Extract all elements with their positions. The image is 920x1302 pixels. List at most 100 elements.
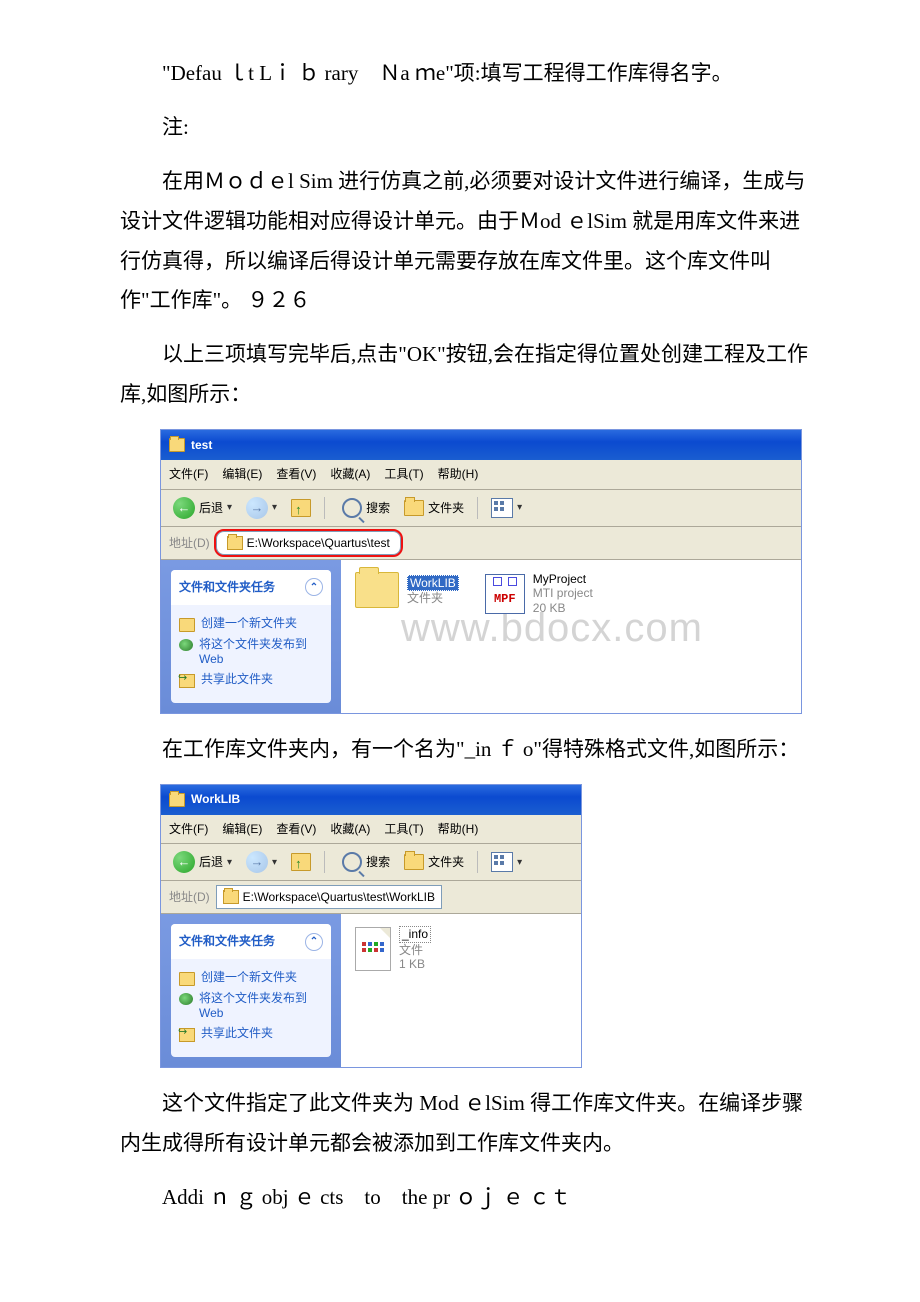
file-size: 1 KB <box>399 957 431 971</box>
search-button[interactable]: 搜索 <box>334 495 394 522</box>
menu-tools[interactable]: 工具(T) <box>384 463 423 486</box>
address-text: E:\Workspace\Quartus\test\WorkLIB <box>243 886 435 909</box>
paragraph: 注: <box>120 108 820 148</box>
address-text: E:\Workspace\Quartus\test <box>247 532 390 555</box>
explorer-window-worklib: WorkLIB 文件(F) 编辑(E) 查看(V) 收藏(A) 工具(T) 帮助… <box>160 784 582 1069</box>
views-icon <box>491 852 513 872</box>
file-meta: WorkLIB 文件夹 <box>407 575 459 606</box>
toolbar: ← 后退 ▾ → ▾ 搜索 文件夹 ▾ <box>161 844 581 881</box>
address-bar: 地址(D) E:\Workspace\Quartus\test <box>161 527 801 560</box>
task-make-folder[interactable]: 创建一个新文件夹 <box>179 970 323 986</box>
forward-button[interactable]: → ▾ <box>242 495 281 521</box>
window-title: WorkLIB <box>191 788 240 811</box>
menu-favorites[interactable]: 收藏(A) <box>330 818 370 841</box>
folders-button[interactable]: 文件夹 <box>400 495 468 522</box>
task-make-folder[interactable]: 创建一个新文件夹 <box>179 616 323 632</box>
dropdown-icon: ▾ <box>227 498 232 517</box>
up-icon <box>291 853 311 871</box>
address-bar: 地址(D) E:\Workspace\Quartus\test\WorkLIB <box>161 881 581 914</box>
separator <box>324 851 325 873</box>
globe-icon <box>179 993 193 1005</box>
menu-edit[interactable]: 编辑(E) <box>222 818 262 841</box>
search-label: 搜索 <box>366 851 390 874</box>
menu-favorites[interactable]: 收藏(A) <box>330 463 370 486</box>
folder-icon <box>179 618 195 632</box>
menu-file[interactable]: 文件(F) <box>169 818 208 841</box>
tasks-header[interactable]: 文件和文件夹任务 ⌃ <box>171 570 331 605</box>
back-button[interactable]: ← 后退 ▾ <box>169 495 236 522</box>
task-publish-web[interactable]: 将这个文件夹发布到 Web <box>179 637 323 667</box>
paragraph: Addi ｎ ｇ obj ｅ cts to the pr ｏｊ ｅ ｃｔ <box>120 1178 820 1218</box>
back-button[interactable]: ← 后退 ▾ <box>169 849 236 876</box>
search-icon <box>342 498 362 518</box>
dropdown-icon: ▾ <box>272 853 277 872</box>
address-input[interactable]: E:\Workspace\Quartus\test <box>216 531 401 555</box>
folder-icon <box>404 854 424 870</box>
file-icon <box>355 927 391 971</box>
back-label: 后退 <box>199 851 223 874</box>
chevron-up-icon: ⌃ <box>305 578 323 596</box>
menu-tools[interactable]: 工具(T) <box>384 818 423 841</box>
file-type: 文件 <box>399 943 431 957</box>
file-meta: MyProject MTI project 20 KB <box>533 572 593 615</box>
task-share-folder[interactable]: 共享此文件夹 <box>179 1026 323 1042</box>
menu-view[interactable]: 查看(V) <box>276 463 316 486</box>
menu-help[interactable]: 帮助(H) <box>438 818 479 841</box>
explorer-window-test: test 文件(F) 编辑(E) 查看(V) 收藏(A) 工具(T) 帮助(H)… <box>160 429 802 714</box>
menu-view[interactable]: 查看(V) <box>276 818 316 841</box>
back-icon: ← <box>173 851 195 873</box>
task-share-folder[interactable]: 共享此文件夹 <box>179 672 323 688</box>
side-tasks-panel: 文件和文件夹任务 ⌃ 创建一个新文件夹 将这个文件夹发布到 Web 共享此文件夹 <box>161 914 341 1067</box>
share-icon <box>179 1028 195 1042</box>
menu-edit[interactable]: 编辑(E) <box>222 463 262 486</box>
separator <box>477 497 478 519</box>
file-type: MTI project <box>533 586 593 600</box>
title-bar[interactable]: WorkLIB <box>161 785 581 815</box>
menu-help[interactable]: 帮助(H) <box>438 463 479 486</box>
views-button[interactable]: ▾ <box>487 850 526 874</box>
content-pane: 文件和文件夹任务 ⌃ 创建一个新文件夹 将这个文件夹发布到 Web 共享此文件夹 <box>161 560 801 713</box>
tasks-body: 创建一个新文件夹 将这个文件夹发布到 Web 共享此文件夹 <box>171 959 331 1057</box>
folder-icon <box>355 572 399 608</box>
paragraph: 在工作库文件夹内，有一个名为"_in ｆ o"得特殊格式文件,如图所示： <box>120 730 820 770</box>
forward-button[interactable]: → ▾ <box>242 849 281 875</box>
file-item-worklib[interactable]: WorkLIB 文件夹 <box>355 572 459 608</box>
folder-icon <box>223 890 239 904</box>
content-pane: 文件和文件夹任务 ⌃ 创建一个新文件夹 将这个文件夹发布到 Web 共享此文件夹 <box>161 914 581 1067</box>
tasks-header[interactable]: 文件和文件夹任务 ⌃ <box>171 924 331 959</box>
file-area[interactable]: _info 文件 1 KB <box>341 914 581 1067</box>
file-area[interactable]: www.bdocx.com WorkLIB 文件夹 MPF MyProject … <box>341 560 801 713</box>
tasks-body: 创建一个新文件夹 将这个文件夹发布到 Web 共享此文件夹 <box>171 605 331 703</box>
file-name: MyProject <box>533 572 593 586</box>
folder-icon <box>179 972 195 986</box>
dropdown-icon: ▾ <box>517 853 522 872</box>
task-label: 创建一个新文件夹 <box>201 616 297 631</box>
file-item-info[interactable]: _info 文件 1 KB <box>355 926 431 971</box>
folders-label: 文件夹 <box>428 497 464 520</box>
views-button[interactable]: ▾ <box>487 496 526 520</box>
folder-icon <box>404 500 424 516</box>
up-button[interactable] <box>287 851 315 873</box>
folders-label: 文件夹 <box>428 851 464 874</box>
address-input[interactable]: E:\Workspace\Quartus\test\WorkLIB <box>216 885 442 909</box>
share-icon <box>179 674 195 688</box>
dropdown-icon: ▾ <box>227 853 232 872</box>
up-button[interactable] <box>287 497 315 519</box>
title-bar[interactable]: test <box>161 430 801 460</box>
separator <box>477 851 478 873</box>
paragraph: "Defau ｌt Lｉ ｂ rary Ｎa ｍe"项:填写工程得工作库得名字。 <box>120 54 820 94</box>
file-item-myproject[interactable]: MPF MyProject MTI project 20 KB <box>485 572 593 615</box>
task-label: 创建一个新文件夹 <box>201 970 297 985</box>
search-button[interactable]: 搜索 <box>334 849 394 876</box>
folders-button[interactable]: 文件夹 <box>400 849 468 876</box>
paragraph: 这个文件指定了此文件夹为 Mod ｅlSim 得工作库文件夹。在编译步骤内生成得… <box>120 1084 820 1164</box>
mpf-file-icon: MPF <box>485 574 525 614</box>
window-title: test <box>191 434 212 457</box>
tasks-title: 文件和文件夹任务 <box>179 930 275 953</box>
task-label: 共享此文件夹 <box>201 672 273 687</box>
up-icon <box>291 499 311 517</box>
task-publish-web[interactable]: 将这个文件夹发布到 Web <box>179 991 323 1021</box>
file-name: WorkLIB <box>407 575 459 591</box>
paragraph: 以上三项填写完毕后,点击"OK"按钮,会在指定得位置处创建工程及工作库,如图所示… <box>120 335 820 415</box>
menu-file[interactable]: 文件(F) <box>169 463 208 486</box>
